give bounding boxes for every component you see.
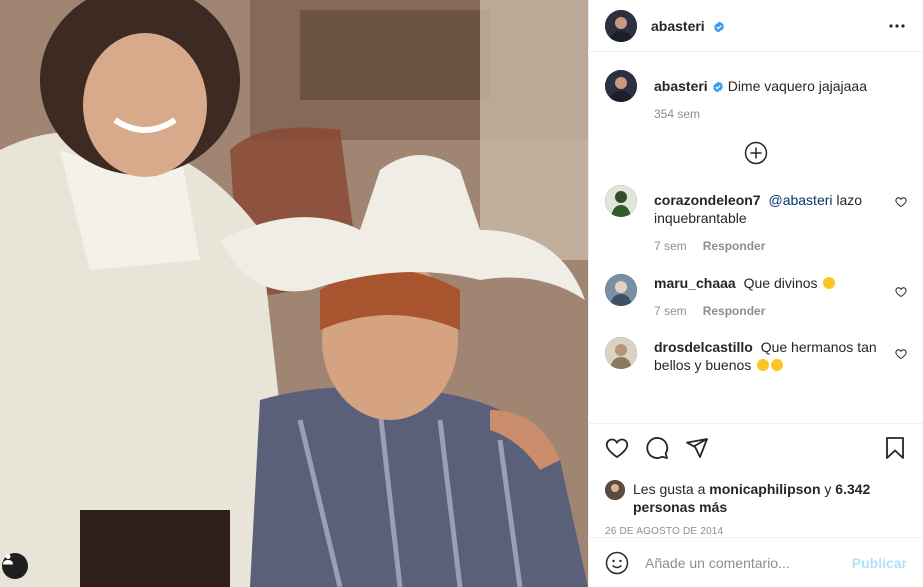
save-button[interactable] xyxy=(883,436,907,460)
heart-eyes-emoji-icon xyxy=(771,359,784,371)
comment-item: maru_chaaa Que divinos 7 sem Responder xyxy=(605,274,907,318)
comment-username[interactable]: corazondeleon7 xyxy=(654,192,761,208)
post-caption: abasteri Dime vaquero jajajaaa 354 sem xyxy=(605,70,907,121)
comment-avatar[interactable] xyxy=(605,274,637,306)
author-avatar[interactable] xyxy=(605,9,637,42)
caption-username[interactable]: abasteri xyxy=(654,78,708,94)
comment-icon xyxy=(646,437,669,459)
avatar-image xyxy=(605,185,637,217)
load-more-comments-button[interactable] xyxy=(744,141,768,165)
caption-avatar[interactable] xyxy=(605,70,637,102)
liker-username[interactable]: monicaphilipson xyxy=(709,481,820,497)
load-more-comments xyxy=(605,141,907,165)
heart-icon xyxy=(895,349,907,360)
caption-body: abasteri Dime vaquero jajajaaa 354 sem xyxy=(654,70,907,121)
heart-icon xyxy=(895,287,907,298)
more-horizontal-icon xyxy=(889,24,905,28)
avatar-image xyxy=(605,274,637,306)
comments-list[interactable]: abasteri Dime vaquero jajajaaa 354 sem c… xyxy=(589,70,923,422)
comment-text-line: drosdelcastillo Que hermanos tan bellos … xyxy=(654,338,879,374)
comment-body: corazondeleon7 @abasteri lazo inquebrant… xyxy=(654,185,907,253)
heart-eyes-emoji-icon xyxy=(757,359,770,371)
action-bar xyxy=(605,436,907,460)
comment-time[interactable]: 7 sem xyxy=(654,304,687,318)
person-icon xyxy=(3,554,13,565)
liker-avatar[interactable] xyxy=(605,480,625,500)
comment-username[interactable]: maru_chaaa xyxy=(654,275,736,291)
comment-body: maru_chaaa Que divinos 7 sem Responder xyxy=(654,274,907,318)
comment-input[interactable] xyxy=(645,554,852,571)
like-button[interactable] xyxy=(605,436,629,460)
comment-text-line: corazondeleon7 @abasteri lazo inquebrant… xyxy=(654,191,879,227)
comment-item: corazondeleon7 @abasteri lazo inquebrant… xyxy=(605,185,907,253)
comment-avatar[interactable] xyxy=(605,337,637,369)
caption-text-line: abasteri Dime vaquero jajajaaa xyxy=(654,77,907,95)
bookmark-icon xyxy=(886,437,904,459)
comment-body: drosdelcastillo Que hermanos tan bellos … xyxy=(654,337,907,374)
add-comment-bar: Publicar xyxy=(589,537,923,587)
author-username[interactable]: abasteri xyxy=(651,18,725,34)
avatar-image xyxy=(605,9,637,42)
heart-icon xyxy=(605,438,629,459)
post-side-panel: abasteri abasteri Dime vaquero jajajaaa … xyxy=(588,0,923,587)
avatar-image xyxy=(605,480,625,500)
comment-like-button[interactable] xyxy=(895,285,907,301)
comment-like-button[interactable] xyxy=(895,195,907,211)
verified-badge-icon xyxy=(712,81,723,93)
smile-icon xyxy=(605,551,629,574)
comment-like-button[interactable] xyxy=(895,347,907,363)
comment-text: Que divinos xyxy=(743,275,818,291)
post-header: abasteri xyxy=(589,0,923,52)
comment-button[interactable] xyxy=(645,436,669,460)
comment-mention-link[interactable]: @abasteri xyxy=(768,192,832,208)
comment-meta: 7 sem Responder xyxy=(654,304,879,318)
likes-text: Les gusta a monicaphilipson y 6.342 pers… xyxy=(633,480,907,516)
plus-circle-icon xyxy=(744,141,768,165)
publish-button[interactable]: Publicar xyxy=(852,555,907,571)
post-photo[interactable] xyxy=(0,0,588,587)
comment-avatar[interactable] xyxy=(605,185,637,217)
caption-text: Dime vaquero jajajaaa xyxy=(727,78,868,94)
more-options-button[interactable] xyxy=(887,16,907,36)
reply-button[interactable]: Responder xyxy=(703,304,766,318)
avatar-image xyxy=(605,337,637,369)
reply-button[interactable]: Responder xyxy=(703,239,766,253)
emoji-picker-button[interactable] xyxy=(605,551,629,575)
tagged-users-button[interactable] xyxy=(2,553,28,579)
photo-illustration xyxy=(0,0,588,587)
caption-meta: 354 sem xyxy=(654,107,907,121)
likes-connector: y xyxy=(824,481,832,497)
comment-time[interactable]: 7 sem xyxy=(654,239,687,253)
author-username-text[interactable]: abasteri xyxy=(651,18,705,34)
heart-icon xyxy=(895,197,907,208)
share-button[interactable] xyxy=(685,436,709,460)
heart-eyes-emoji-icon xyxy=(823,277,836,289)
likes-prefix: Les gusta a xyxy=(633,481,706,497)
caption-time[interactable]: 354 sem xyxy=(654,107,700,121)
likes-summary: Les gusta a monicaphilipson y 6.342 pers… xyxy=(605,480,907,516)
post-actions: Les gusta a monicaphilipson y 6.342 pers… xyxy=(589,423,923,537)
comment-item: drosdelcastillo Que hermanos tan bellos … xyxy=(605,337,907,374)
verified-badge-icon xyxy=(713,21,724,32)
post-date[interactable]: 26 DE AGOSTO DE 2014 xyxy=(605,526,907,537)
comment-meta: 7 sem Responder xyxy=(654,239,879,253)
comment-username[interactable]: drosdelcastillo xyxy=(654,339,753,355)
avatar-image xyxy=(605,70,637,102)
comment-text-line: maru_chaaa Que divinos xyxy=(654,274,879,292)
paper-plane-icon xyxy=(686,438,708,458)
